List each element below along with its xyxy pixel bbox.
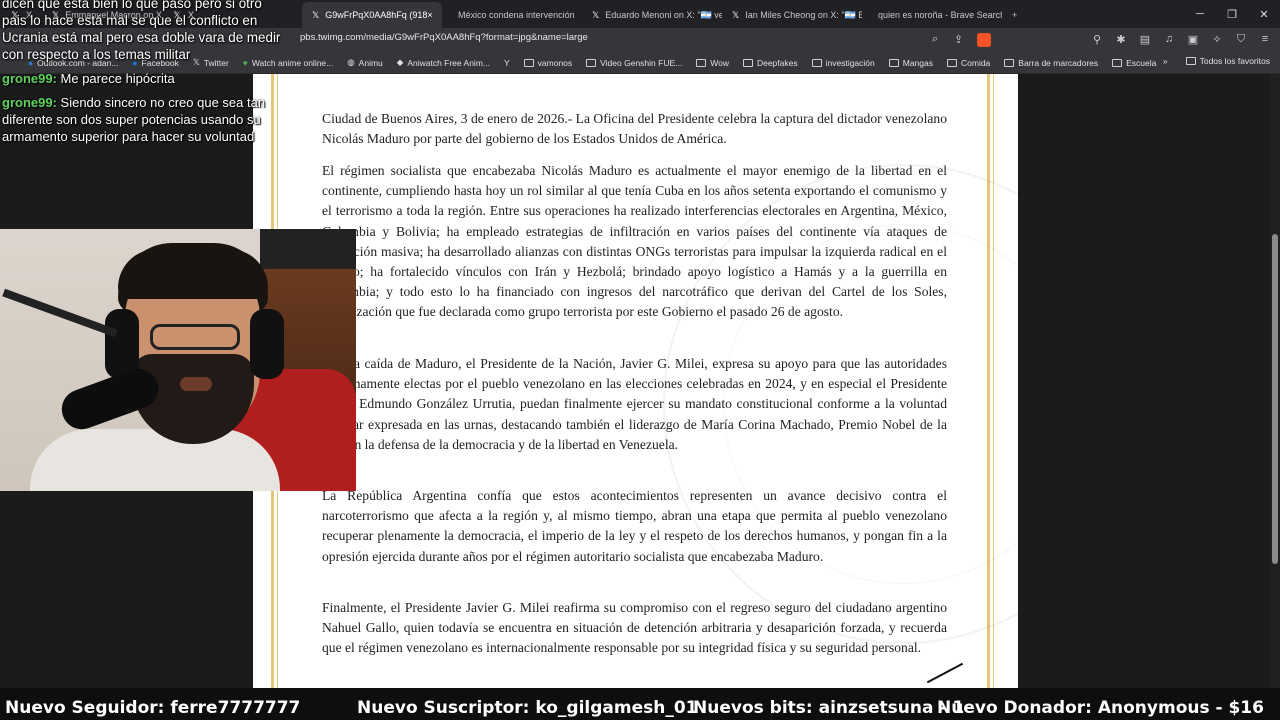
bookmark-folder[interactable]: Deepfakes [742,58,798,68]
folder-icon [888,58,899,67]
aniwatch-icon: ◆ [396,57,404,67]
signature-stroke [926,662,964,684]
chat-message-text: pais lo hace está mal se que el conflict… [2,13,258,28]
new-tab-button[interactable]: + [1002,2,1027,28]
folder-icon [696,58,707,67]
folder-icon [1185,57,1196,65]
puzzle-icon[interactable]: ✱ [1114,33,1128,46]
share-icon[interactable]: ⇪ [954,33,963,46]
webcam-shirt [30,429,280,491]
search-icon[interactable]: ⌕ [932,33,938,46]
bookmark-item[interactable]: ◆ Aniwatch Free Anim... [397,57,490,68]
scrollbar-thumb[interactable] [1272,234,1278,564]
folder-icon [1112,58,1123,67]
paragraph: Tras la caída de Maduro, el Presidente d… [322,356,947,452]
tab-item[interactable]: 𝕏 Ian Miles Cheong on X: "🇦🇷 BR [722,2,862,28]
bookmark-item[interactable]: Y [504,58,510,68]
folder-icon [742,58,753,67]
folder-icon [947,58,957,67]
folder-icon [523,58,534,67]
bookmark-folder[interactable]: Barra de marcadores [1004,58,1098,68]
chevron-right-icon: » [1162,56,1168,66]
paragraph: El régimen socialista que encabezaba Nic… [322,163,947,320]
webcam-mouth [180,377,212,391]
window-controls: ─ ❐ ✕ [1184,0,1280,28]
ticker-subscriber: Nuevo Suscriptor: ko_gilgamesh_01 [357,698,698,718]
ticker-donor: Nuevo Donador: Anonymous - $16 [937,698,1264,718]
folder-icon [586,58,597,67]
paragraph: La República Argentina confía que estos … [322,488,947,564]
bookmark-folder[interactable]: Comida [947,58,990,68]
chat-message-text: diferente son dos super potencias usando… [2,112,261,127]
x-icon: 𝕏 [592,9,600,20]
chat-message-text: Me parece hipócrita [60,71,175,86]
x-icon: 𝕏 [312,9,320,20]
sidebar-icon[interactable]: ▤ [1138,33,1152,46]
bookmark-folder[interactable]: vamonos [523,58,572,68]
music-icon[interactable]: ♫ [1162,33,1176,46]
webcam-shelf-top [260,229,356,269]
tab-item[interactable]: quien es noroña - Brave Search [862,2,1002,28]
ticker-follower: Nuevo Seguidor: ferre7777777 [5,698,301,718]
bookmark-folder[interactable]: Video Genshin FUE... [586,58,682,68]
url-field[interactable]: pbs.twimg.com/media/G9wFrPqX0AA8hFq?form… [300,32,588,43]
wallet-icon[interactable]: ▣ [1186,33,1200,46]
x-icon: 𝕏 [732,9,740,20]
x-icon: 𝕏 [192,57,200,67]
folder-icon [1004,58,1015,67]
paragraph: Finalmente, el Presidente Javier G. Mile… [322,600,947,656]
leo-icon[interactable]: ✧ [1210,33,1224,46]
plus-icon: + [1012,10,1018,20]
tab-item[interactable]: México condena intervención [442,2,582,28]
toolbar-icons: ⚲ ✱ ▤ ♫ ▣ ✧ ⛉ ≡ [1090,33,1272,46]
webcam-glasses [150,324,240,350]
bookmark-item[interactable]: 𝕏 Twitter [193,57,229,68]
bookmark-folder[interactable]: Mangas [888,58,933,68]
ticker-bits: Nuevos bits: ainzsetsuna - 1 [693,698,965,718]
shield-icon[interactable]: ⛉ [1234,33,1248,46]
chat-message: grone99: Me parece hipócrita [2,71,175,86]
minimize-icon[interactable]: ─ [1184,0,1216,28]
scrollbar[interactable] [1270,74,1280,688]
brave-shield-icon[interactable] [977,33,991,47]
paragraph: Ciudad de Buenos Aires, 3 de enero de 20… [322,111,947,147]
bookmark-folder[interactable]: Wow [696,58,729,68]
close-window-icon[interactable]: ✕ [1248,0,1280,28]
tab-active[interactable]: 𝕏G9wFrPqX0AA8hFq (918×✕ [302,2,443,28]
globe-icon: ◍ [347,57,355,67]
chat-message-text: Siendo sincero no creo que sea tan [60,95,266,110]
webcam-feed [0,229,356,491]
bookmark-item[interactable]: ♥ Watch anime online... [243,58,333,68]
chat-username: grone99: [2,71,57,86]
chat-username: grone99: [2,95,57,110]
anime-icon: ♥ [242,57,248,68]
restore-icon[interactable]: ❐ [1216,0,1248,28]
chat-message-text: armamento superior para hacer su volunta… [2,129,255,144]
folder-icon [811,58,822,67]
bookmarks-bar: ● Outlook.com - adan... ● Facebook 𝕏 Twitte… [0,52,1280,74]
tab-item[interactable]: 𝕏 Eduardo Menoni on X: "🇦🇷 veu [582,2,722,28]
chat-message-text: Ucrania está mal pero esa doble vara de … [2,30,281,45]
bookmark-item[interactable]: ◍ Animu [347,57,383,68]
all-bookmarks[interactable]: » Todos los favoritos [1163,56,1270,66]
webcam-headphone [250,309,284,379]
press-release-image: Ciudad de Buenos Aires, 3 de enero de 20… [253,74,1018,688]
chat-message: grone99: Siendo sincero no creo que sea … [2,95,265,110]
chat-message-text: con respecto a los temas militar [2,47,191,62]
alerts-ticker: Nuevo Seguidor: ferre7777777 Nuevo Suscr… [0,688,1280,720]
y-icon: Y [503,57,510,68]
bookmark-folder[interactable]: Escuela [1112,58,1156,68]
menu-icon[interactable]: ≡ [1258,33,1272,46]
extension-icon[interactable]: ⚲ [1090,33,1104,46]
chat-message-text: dicen que esta bien lo que paso pero si … [2,0,262,11]
webcam-hair-front [118,249,268,299]
bookmark-folder[interactable]: investigación [811,58,875,68]
